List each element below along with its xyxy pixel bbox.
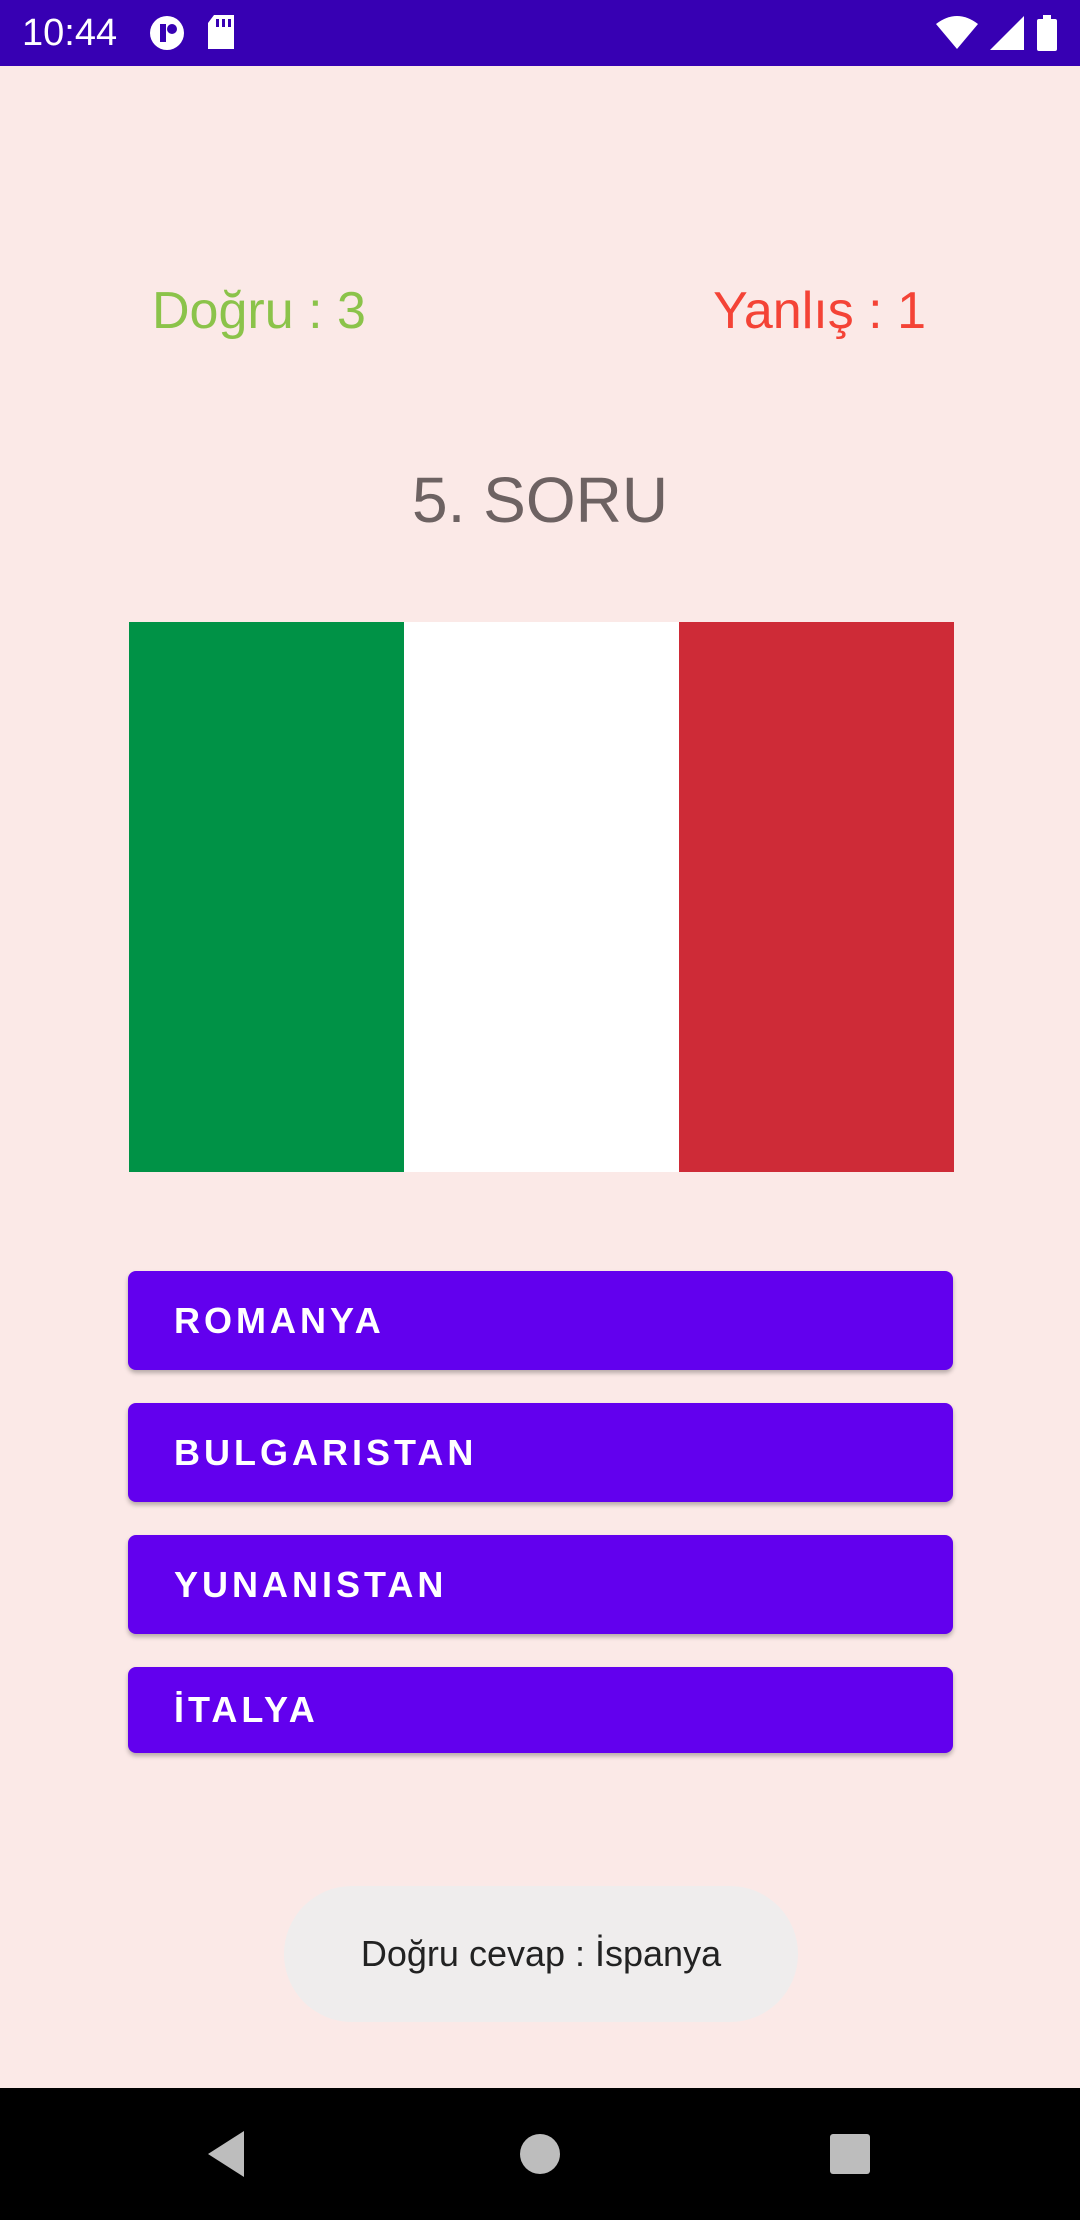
back-button[interactable] [160,2088,292,2220]
home-icon [520,2134,560,2174]
sd-card-icon [208,15,234,49]
back-icon [208,2131,244,2177]
correct-answer-toast: Doğru cevap : İspanya [284,1886,798,2022]
wrong-count: Yanlış : 1 [713,282,926,340]
signal-icon [990,16,1024,50]
status-bar: 10:44 [0,0,1080,66]
question-number: 5. SORU [411,464,669,536]
correct-count: Doğru : 3 [152,282,366,340]
flag-stripe-red [679,622,954,1172]
answer-button-yunanistan[interactable]: YUNANISTAN [128,1535,953,1634]
answer-button-bulgaristan[interactable]: BULGARISTAN [128,1403,953,1502]
flag-stripe-green [129,622,404,1172]
notification-app-icon [150,16,184,50]
wifi-icon [936,16,978,49]
battery-icon [1037,15,1057,51]
recents-icon [830,2134,870,2174]
answer-options: ROMANYA BULGARISTAN YUNANISTAN İTALYA [128,1271,953,1753]
status-time: 10:44 [22,12,118,54]
recents-button[interactable] [784,2088,916,2220]
answer-button-italya[interactable]: İTALYA [128,1667,953,1753]
flag-stripe-white [404,622,679,1172]
answer-button-romanya[interactable]: ROMANYA [128,1271,953,1370]
flag-image [129,622,954,1172]
home-button[interactable] [474,2088,606,2220]
navigation-bar [0,2088,1080,2220]
